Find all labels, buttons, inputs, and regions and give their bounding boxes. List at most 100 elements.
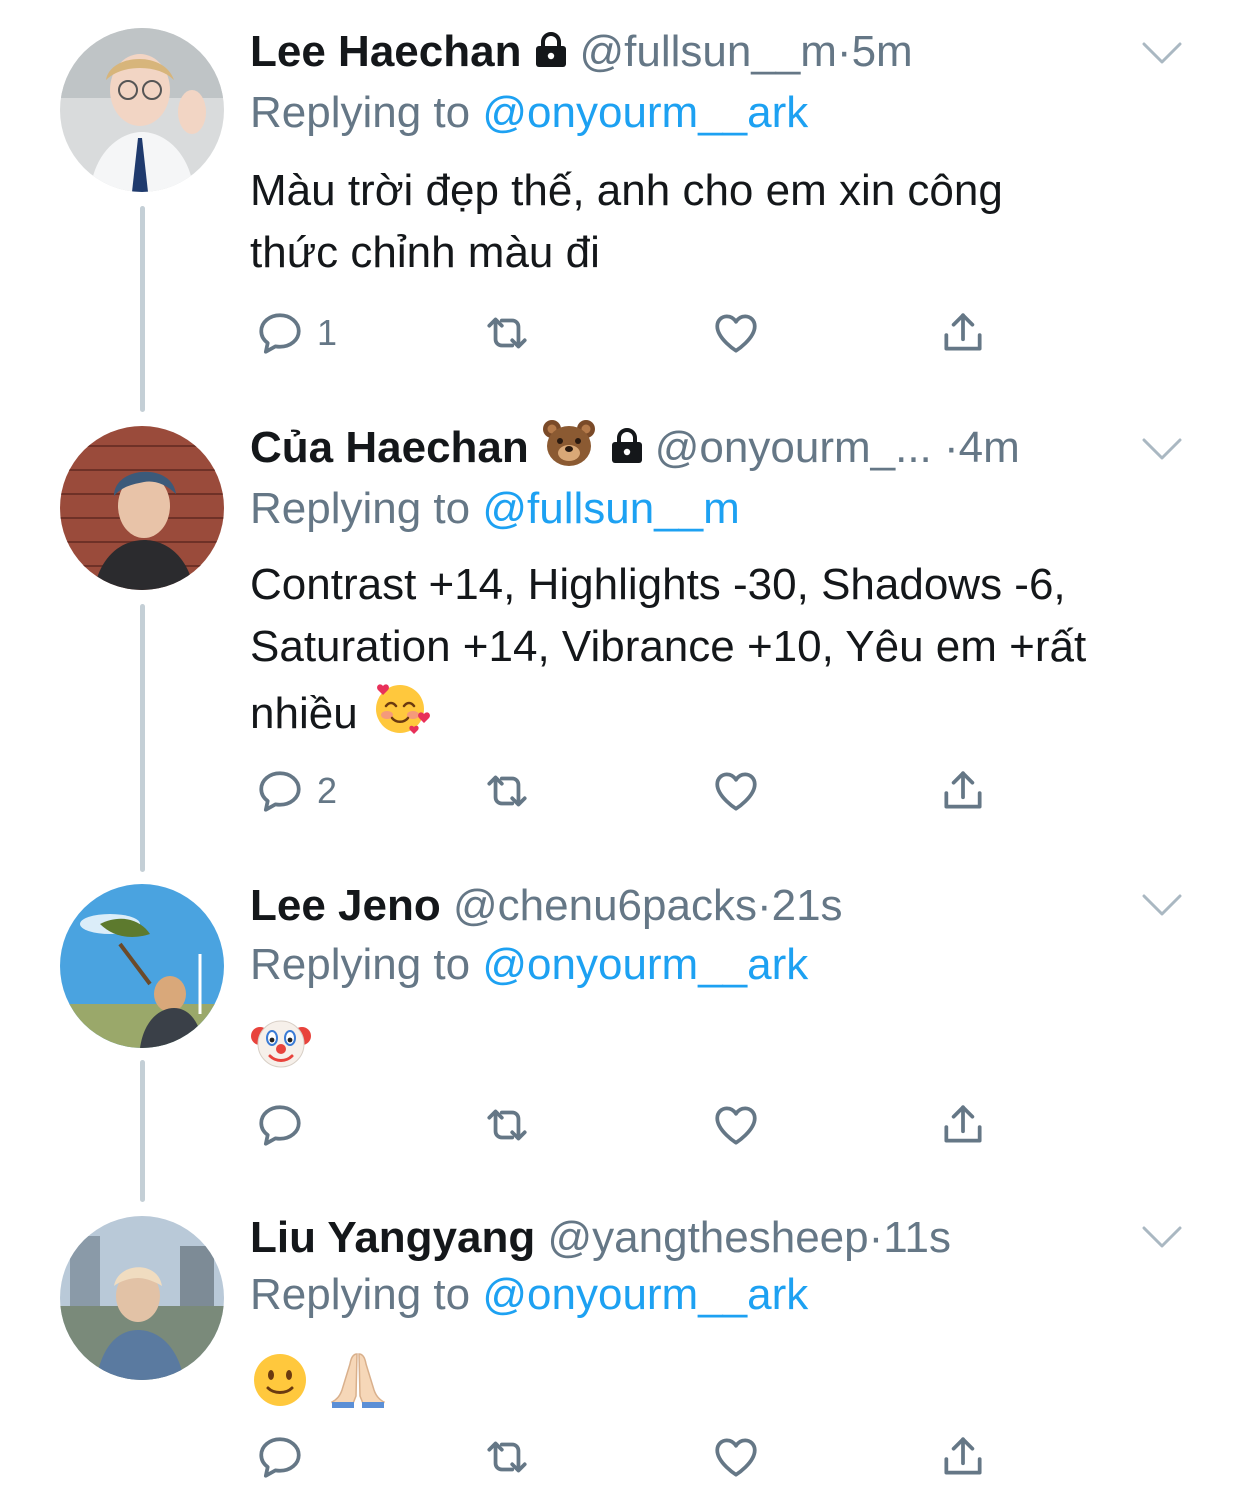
tweet-text-line: nhiều — [250, 689, 358, 738]
avatar[interactable] — [60, 884, 224, 1048]
tweet-text-line: thức chỉnh màu đi — [250, 228, 600, 277]
retweet-icon — [480, 308, 534, 358]
retweet-button[interactable] — [480, 1432, 534, 1482]
tweet-header: Lee Haechan @fullsun__m·5m — [250, 22, 913, 82]
thread-line — [140, 1060, 145, 1202]
replying-prefix: Replying to — [250, 484, 483, 533]
tweet-text — [250, 1346, 1190, 1427]
thread-line — [140, 604, 145, 872]
reply-icon — [255, 308, 305, 358]
like-button[interactable] — [710, 766, 762, 816]
folded-hands-icon — [326, 1346, 390, 1427]
heart-icon — [710, 1100, 762, 1150]
avatar[interactable] — [60, 1216, 224, 1380]
retweet-icon — [480, 766, 534, 816]
reply-button[interactable] — [255, 1100, 317, 1150]
lock-icon — [531, 26, 571, 86]
reply-button[interactable]: 1 — [255, 308, 337, 358]
share-button[interactable] — [938, 1432, 988, 1482]
timestamp[interactable]: 4m — [959, 423, 1020, 472]
display-name[interactable]: Liu Yangyang — [250, 1213, 535, 1262]
replying-handle-link[interactable]: @onyourm__ark — [482, 940, 808, 989]
share-button[interactable] — [938, 308, 988, 358]
tweet-4[interactable]: Liu Yangyang @yangthesheep·11s Replying … — [0, 1200, 1242, 1492]
action-bar: 2 — [255, 766, 1015, 826]
tweet-text-line: Màu trời đẹp thế, anh cho em xin công — [250, 166, 1003, 215]
retweet-button[interactable] — [480, 308, 534, 358]
retweet-button[interactable] — [480, 766, 534, 816]
display-name[interactable]: Của Haechan — [250, 423, 529, 472]
tweet-text-line: Saturation +14, Vibrance +10, Yêu em +rấ… — [250, 622, 1087, 671]
clown-face-icon — [250, 1012, 312, 1091]
like-button[interactable] — [710, 308, 762, 358]
display-name[interactable]: Lee Jeno — [250, 881, 441, 930]
heart-icon — [710, 308, 762, 358]
user-handle[interactable]: @chenu6packs — [453, 881, 757, 930]
separator-dot: · — [756, 881, 772, 930]
replying-to: Replying to @onyourm__ark — [250, 88, 808, 138]
action-bar — [255, 1432, 1015, 1492]
share-icon — [938, 766, 988, 816]
separator-dot: · — [836, 27, 852, 76]
tweet-2[interactable]: Của Haechan @onyourm_... ·4m Replying to… — [0, 400, 1242, 872]
replying-prefix: Replying to — [250, 88, 483, 137]
replying-handle-link[interactable]: @fullsun__m — [482, 484, 739, 533]
share-icon — [938, 1432, 988, 1482]
bear-face-icon — [541, 418, 597, 484]
chevron-down-icon[interactable] — [1140, 890, 1184, 920]
timestamp[interactable]: 5m — [852, 27, 913, 76]
separator-dot: · — [868, 1213, 884, 1262]
reply-icon — [255, 1100, 305, 1150]
tweet-header: Liu Yangyang @yangthesheep·11s — [250, 1208, 951, 1268]
smiling-face-with-hearts-icon — [370, 678, 430, 755]
chevron-down-icon[interactable] — [1140, 434, 1184, 464]
timestamp[interactable]: 11s — [883, 1213, 951, 1262]
slightly-smiling-face-icon — [250, 1350, 310, 1427]
reply-count: 1 — [317, 312, 338, 353]
replying-to: Replying to @onyourm__ark — [250, 940, 808, 990]
chevron-down-icon[interactable] — [1140, 1222, 1184, 1252]
reply-icon — [255, 766, 305, 816]
tweet-1[interactable]: Lee Haechan @fullsun__m·5m Replying to @o… — [0, 0, 1242, 412]
display-name[interactable]: Lee Haechan — [250, 27, 521, 76]
heart-icon — [710, 1432, 762, 1482]
tweet-text: Contrast +14, Highlights -30, Shadows -6… — [250, 554, 1190, 755]
reply-icon — [255, 1432, 305, 1482]
replying-handle-link[interactable]: @onyourm__ark — [482, 88, 808, 137]
share-button[interactable] — [938, 1100, 988, 1150]
replying-handle-link[interactable]: @onyourm__ark — [482, 1270, 808, 1319]
avatar[interactable] — [60, 426, 224, 590]
user-handle[interactable]: @yangthesheep — [547, 1213, 868, 1262]
share-icon — [938, 1100, 988, 1150]
replying-to: Replying to @fullsun__m — [250, 484, 740, 534]
like-button[interactable] — [710, 1432, 762, 1482]
thread-line — [140, 206, 145, 412]
tweet-text — [250, 1012, 1190, 1091]
replying-prefix: Replying to — [250, 940, 483, 989]
heart-icon — [710, 766, 762, 816]
reply-button[interactable]: 2 — [255, 766, 337, 816]
chevron-down-icon[interactable] — [1140, 38, 1184, 68]
tweet-text-line-wrap: nhiều — [250, 678, 1190, 755]
replying-prefix: Replying to — [250, 1270, 483, 1319]
retweet-icon — [480, 1100, 534, 1150]
tweet-3[interactable]: Lee Jeno @chenu6packs·21s Replying to @o… — [0, 860, 1242, 1202]
share-button[interactable] — [938, 766, 988, 816]
timestamp[interactable]: 21s — [772, 881, 843, 930]
action-bar: 1 — [255, 308, 1015, 368]
lock-icon — [607, 422, 647, 482]
separator-dot: · — [944, 423, 959, 472]
share-icon — [938, 308, 988, 358]
action-bar — [255, 1100, 1015, 1160]
tweet-text-line: Contrast +14, Highlights -30, Shadows -6… — [250, 560, 1066, 609]
user-handle[interactable]: @onyourm_... — [655, 423, 932, 472]
tweet-header: Của Haechan @onyourm_... ·4m — [250, 418, 1020, 478]
tweet-header: Lee Jeno @chenu6packs·21s — [250, 876, 843, 936]
retweet-button[interactable] — [480, 1100, 534, 1150]
user-handle[interactable]: @fullsun__m — [579, 27, 836, 76]
like-button[interactable] — [710, 1100, 762, 1150]
reply-button[interactable] — [255, 1432, 317, 1482]
avatar[interactable] — [60, 28, 224, 192]
replying-to: Replying to @onyourm__ark — [250, 1270, 808, 1320]
reply-count: 2 — [317, 770, 338, 811]
